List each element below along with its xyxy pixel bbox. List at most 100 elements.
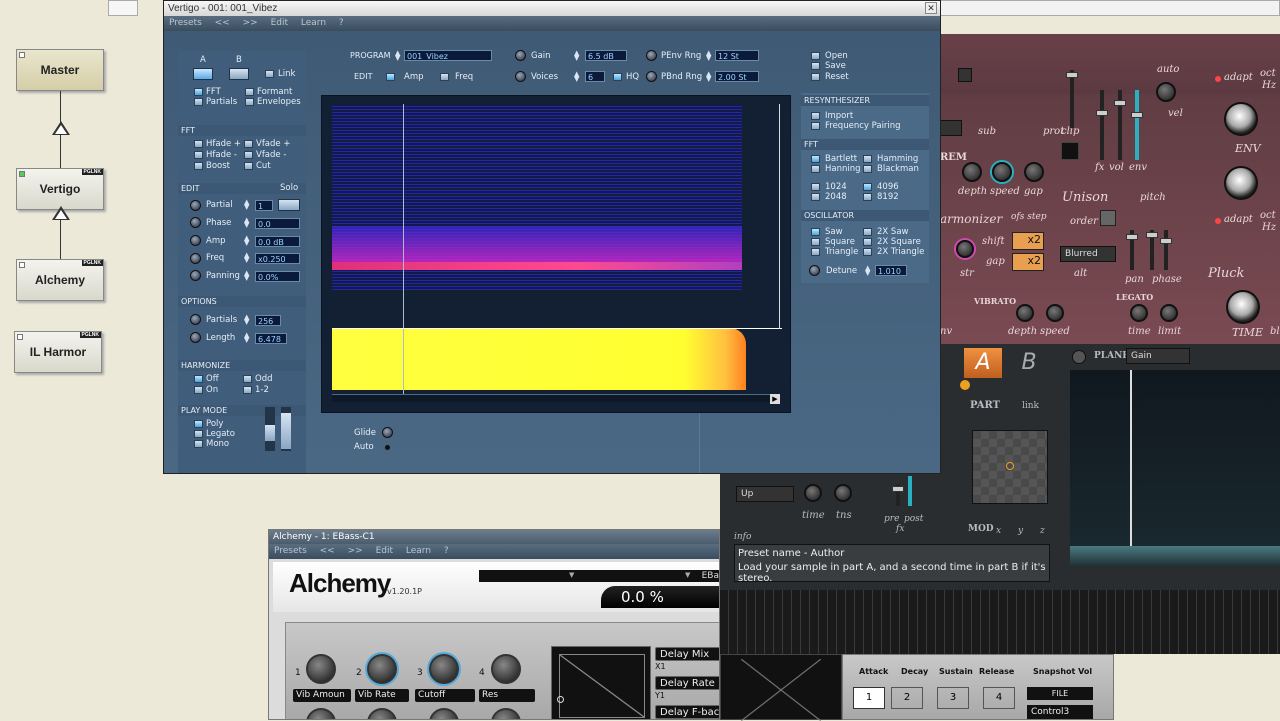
plane-select[interactable]: Gain: [1126, 348, 1190, 364]
voices-spinner-icon[interactable]: ▲ ▼: [574, 71, 579, 83]
partials-knob[interactable]: [190, 314, 201, 325]
amp-knob[interactable]: [190, 235, 201, 246]
blackman-checkbox[interactable]: [863, 165, 872, 173]
partials-checkbox[interactable]: [194, 98, 203, 106]
hfade-minus-checkbox[interactable]: [194, 151, 203, 159]
hq-checkbox[interactable]: [613, 73, 622, 81]
cut-checkbox[interactable]: [244, 162, 253, 170]
node-vertigo[interactable]: PGLNK Vertigo: [16, 168, 104, 210]
size-1024-checkbox[interactable]: [811, 183, 820, 191]
pbnd-value[interactable]: 2.00 St: [715, 71, 759, 82]
alchemy-preset-field[interactable]: EBa: [479, 570, 719, 582]
gain-knob[interactable]: [515, 50, 526, 61]
menu-learn[interactable]: Learn: [301, 18, 326, 28]
open-label[interactable]: Open: [825, 51, 848, 61]
preset-dropdown-icon[interactable]: ▼: [569, 571, 574, 579]
detune-spinner-icon[interactable]: ▲ ▼: [865, 265, 870, 277]
partial-spinner-icon[interactable]: ▲ ▼: [244, 199, 249, 211]
osc-2xsaw-checkbox[interactable]: [863, 228, 872, 236]
open-checkbox[interactable]: [811, 52, 820, 60]
strum-direction-select[interactable]: Up: [736, 486, 794, 502]
spectrogram-display[interactable]: ▶: [321, 95, 791, 413]
hanning-checkbox[interactable]: [811, 165, 820, 173]
save-checkbox[interactable]: [811, 62, 820, 70]
freq-knob[interactable]: [190, 253, 201, 264]
harmonize-12-checkbox[interactable]: [243, 386, 252, 394]
fft-checkbox[interactable]: [194, 88, 203, 96]
amp-spinner-icon[interactable]: ▲ ▼: [244, 235, 249, 247]
preset-dropdown-icon-2[interactable]: ▼: [685, 571, 690, 579]
bartlett-checkbox[interactable]: [811, 155, 820, 163]
legato-limit-knob[interactable]: [1160, 304, 1178, 322]
harmor-square-button[interactable]: [958, 68, 972, 82]
poly-checkbox[interactable]: [194, 420, 203, 428]
partials-spinner-icon[interactable]: ▲ ▼: [244, 314, 249, 326]
length-value[interactable]: 6.478: [255, 333, 287, 344]
alchemy-menu-learn[interactable]: Learn: [406, 546, 431, 556]
xy-pad-cursor-icon[interactable]: [557, 696, 564, 703]
freq-value[interactable]: x0.250: [255, 253, 300, 264]
penv-knob[interactable]: [646, 50, 657, 61]
env-knob-2[interactable]: [1224, 166, 1258, 200]
pad-3-button[interactable]: 3: [937, 687, 969, 709]
save-label[interactable]: Save: [825, 61, 846, 71]
auto-indicator-icon[interactable]: [385, 445, 390, 450]
alchemy-xy-pad-2[interactable]: [720, 654, 842, 721]
order-button[interactable]: [1100, 210, 1116, 226]
phase-slider-2[interactable]: [1160, 230, 1172, 270]
size-4096-checkbox[interactable]: [863, 183, 872, 191]
penv-value[interactable]: 12 St: [715, 50, 759, 61]
vibrato-speed-knob[interactable]: [1046, 304, 1064, 322]
program-value[interactable]: 001_Vibez: [404, 50, 492, 61]
pad-1-button[interactable]: 1: [853, 687, 885, 709]
vfade-minus-checkbox[interactable]: [244, 151, 253, 159]
gain-value[interactable]: 6.5 dB: [585, 50, 627, 61]
playmode-slider-right[interactable]: [281, 407, 291, 451]
menu-help[interactable]: ?: [339, 18, 344, 28]
alchemy-menu-edit[interactable]: Edit: [376, 546, 393, 556]
cutoff-knob[interactable]: [429, 654, 459, 684]
length-knob[interactable]: [190, 332, 201, 343]
freq-spinner-icon[interactable]: ▲ ▼: [244, 252, 249, 264]
control-select[interactable]: Control3: [1027, 705, 1093, 719]
fx-slider[interactable]: [1096, 90, 1108, 160]
gap-knob[interactable]: [1024, 162, 1044, 182]
node-alchemy[interactable]: PGLNK Alchemy: [16, 259, 104, 301]
partials-value[interactable]: 256: [255, 315, 281, 326]
phase-spinner-icon[interactable]: ▲ ▼: [244, 217, 249, 229]
str-knob[interactable]: [956, 240, 974, 258]
env-knob[interactable]: [1224, 102, 1258, 136]
hfade-plus-checkbox[interactable]: [194, 140, 203, 148]
edit-amp-checkbox[interactable]: [386, 73, 395, 81]
freq-pairing-checkbox[interactable]: [811, 122, 820, 130]
osc-2xtriangle-checkbox[interactable]: [863, 248, 872, 256]
size-2048-checkbox[interactable]: [811, 193, 820, 201]
scroll-right-icon[interactable]: ▶: [770, 394, 780, 404]
pre-post-slider[interactable]: [892, 484, 904, 506]
menu-presets[interactable]: Presets: [169, 18, 202, 28]
xy-pad-grid[interactable]: [559, 654, 645, 718]
vfade-plus-checkbox[interactable]: [244, 140, 253, 148]
solo-button[interactable]: [278, 199, 300, 211]
partial-knob[interactable]: [190, 200, 201, 211]
boost-checkbox[interactable]: [194, 162, 203, 170]
osc-triangle-checkbox[interactable]: [811, 248, 820, 256]
auto-knob[interactable]: [1156, 82, 1176, 102]
mono-checkbox[interactable]: [194, 440, 203, 448]
clip-slider[interactable]: [1066, 70, 1078, 128]
panning-spinner-icon[interactable]: ▲ ▼: [244, 270, 249, 282]
step-multiplier[interactable]: x2: [1012, 253, 1044, 271]
strum-tns-knob[interactable]: [834, 484, 852, 502]
size-8192-checkbox[interactable]: [863, 193, 872, 201]
harmonize-odd-checkbox[interactable]: [243, 375, 252, 383]
length-spinner-icon[interactable]: ▲ ▼: [244, 332, 249, 344]
file-button[interactable]: FILE: [1027, 687, 1093, 700]
osc-square-checkbox[interactable]: [811, 238, 820, 246]
reset-label[interactable]: Reset: [825, 72, 849, 82]
envelopes-checkbox[interactable]: [245, 98, 254, 106]
vib-amount-knob[interactable]: [306, 654, 336, 684]
pan-slider[interactable]: [1126, 230, 1138, 270]
depth-knob[interactable]: [962, 162, 982, 182]
harmonize-on-checkbox[interactable]: [194, 386, 203, 394]
harmonize-off-checkbox[interactable]: [194, 375, 203, 383]
